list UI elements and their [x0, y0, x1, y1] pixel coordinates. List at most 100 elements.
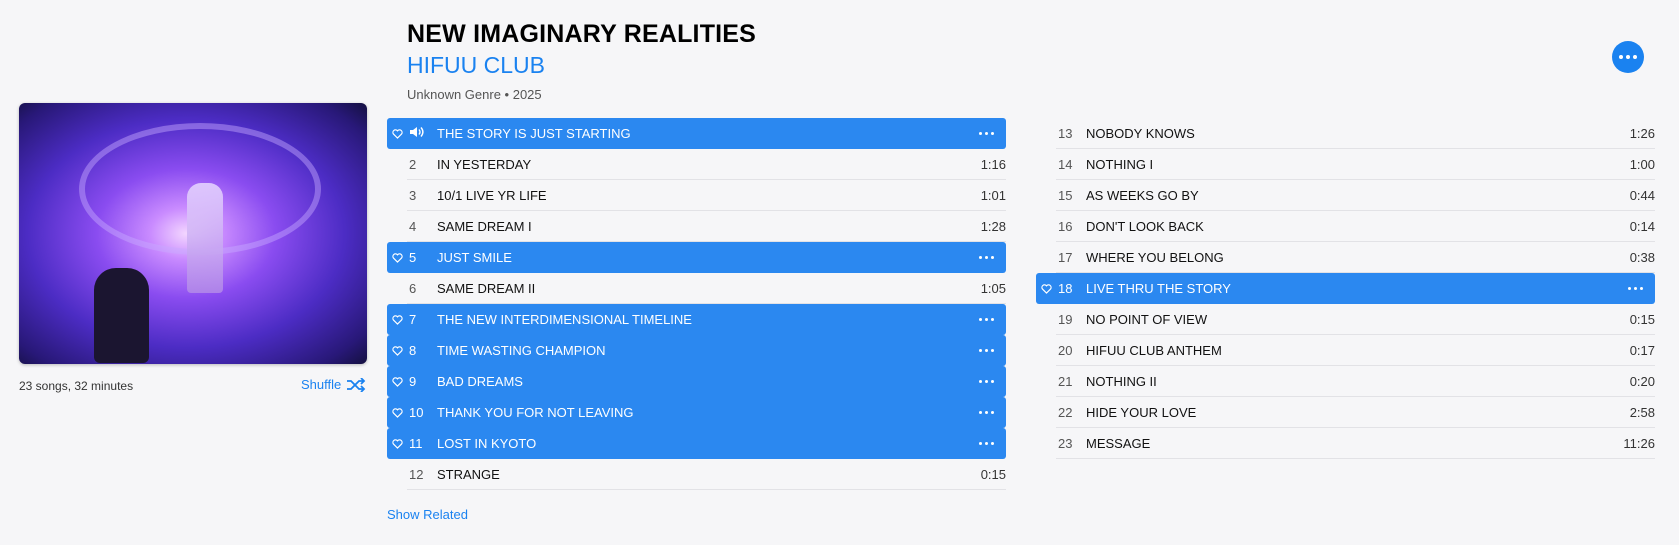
track-title: LOST IN KYOTO	[437, 436, 537, 451]
track-title: LIVE THRU THE STORY	[1086, 281, 1231, 296]
track-title: 10/1 LIVE YR LIFE	[437, 188, 547, 203]
track-duration: 0:15	[1629, 312, 1655, 327]
track-list-left: THE STORY IS JUST STARTING 2 IN YESTERDAY 1…	[387, 118, 1006, 490]
track-more-icon[interactable]	[966, 318, 1006, 321]
album-summary: 23 songs, 32 minutes	[19, 379, 134, 393]
track-row[interactable]: 20 HIFUU CLUB ANTHEM 0:17	[1036, 335, 1655, 366]
track-row[interactable]: 7 THE NEW INTERDIMENSIONAL TIMELINE	[387, 304, 1006, 335]
heart-icon[interactable]	[387, 407, 407, 418]
track-title: JUST SMILE	[437, 250, 512, 265]
track-row[interactable]: 21 NOTHING II 0:20	[1036, 366, 1655, 397]
track-row[interactable]: 4 SAME DREAM I 1:28	[387, 211, 1006, 242]
heart-icon[interactable]	[387, 345, 407, 356]
show-related-link[interactable]: Show Related	[387, 507, 468, 522]
track-title: NO POINT OF VIEW	[1086, 312, 1208, 327]
track-duration: 0:20	[1629, 374, 1655, 389]
heart-icon[interactable]	[387, 128, 407, 139]
track-row[interactable]: 16 DON'T LOOK BACK 0:14	[1036, 211, 1655, 242]
track-duration: 1:01	[980, 188, 1006, 203]
track-title: NOTHING I	[1086, 157, 1154, 172]
track-duration: 2:58	[1629, 405, 1655, 420]
shuffle-icon	[347, 377, 366, 392]
heart-icon[interactable]	[387, 314, 407, 325]
track-title: THANK YOU FOR NOT LEAVING	[437, 405, 634, 420]
track-row[interactable]: 14 NOTHING I 1:00	[1036, 149, 1655, 180]
track-row[interactable]: 18 LIVE THRU THE STORY	[1036, 273, 1655, 304]
track-row[interactable]: 2 IN YESTERDAY 1:16	[387, 149, 1006, 180]
track-title: NOTHING II	[1086, 374, 1157, 389]
track-row[interactable]: 15 AS WEEKS GO BY 0:44	[1036, 180, 1655, 211]
track-row[interactable]: 10 THANK YOU FOR NOT LEAVING	[387, 397, 1006, 428]
track-row[interactable]: THE STORY IS JUST STARTING	[387, 118, 1006, 149]
track-title: THE STORY IS JUST STARTING	[437, 126, 631, 141]
track-row[interactable]: 17 WHERE YOU BELONG 0:38	[1036, 242, 1655, 273]
track-row[interactable]: 19 NO POINT OF VIEW 0:15	[1036, 304, 1655, 335]
heart-icon[interactable]	[387, 438, 407, 449]
track-title: IN YESTERDAY	[437, 157, 532, 172]
track-more-icon[interactable]	[966, 411, 1006, 414]
track-number: 6	[409, 281, 417, 296]
track-number: 13	[1058, 126, 1073, 141]
track-title: MESSAGE	[1086, 436, 1151, 451]
track-number: 17	[1058, 250, 1073, 265]
track-number: 8	[409, 343, 417, 358]
track-duration: 0:15	[980, 467, 1006, 482]
track-number: 16	[1058, 219, 1073, 234]
track-title: NOBODY KNOWS	[1086, 126, 1195, 141]
track-more-icon[interactable]	[966, 349, 1006, 352]
track-row[interactable]: 11 LOST IN KYOTO	[387, 428, 1006, 459]
track-title: HIDE YOUR LOVE	[1086, 405, 1197, 420]
track-title: THE NEW INTERDIMENSIONAL TIMELINE	[437, 312, 692, 327]
track-number: 9	[409, 374, 417, 389]
track-duration: 1:16	[980, 157, 1006, 172]
album-meta: Unknown Genre • 2025	[407, 87, 542, 102]
track-row[interactable]: 8 TIME WASTING CHAMPION	[387, 335, 1006, 366]
track-more-icon[interactable]	[966, 256, 1006, 259]
track-row[interactable]: 12 STRANGE 0:15	[387, 459, 1006, 490]
track-number: 4	[409, 219, 417, 234]
track-more-icon[interactable]	[966, 132, 1006, 135]
heart-icon[interactable]	[1036, 283, 1056, 294]
track-number: 22	[1058, 405, 1073, 420]
track-more-icon[interactable]	[966, 442, 1006, 445]
track-title: STRANGE	[437, 467, 500, 482]
shuffle-button[interactable]: Shuffle	[301, 377, 366, 392]
track-title: HIFUU CLUB ANTHEM	[1086, 343, 1222, 358]
track-duration: 11:26	[1623, 436, 1655, 451]
album-header: NEW IMAGINARY REALITIES HIFUU CLUB Unkno…	[407, 18, 756, 102]
track-number: 5	[409, 250, 417, 265]
track-row[interactable]: 22 HIDE YOUR LOVE 2:58	[1036, 397, 1655, 428]
track-number: 11	[409, 436, 423, 451]
track-title: SAME DREAM I	[437, 219, 532, 234]
track-number: 7	[409, 312, 417, 327]
track-duration: 0:38	[1629, 250, 1655, 265]
shuffle-label: Shuffle	[301, 377, 342, 392]
track-number: 2	[409, 157, 417, 172]
track-row[interactable]: 23 MESSAGE 11:26	[1036, 428, 1655, 459]
heart-icon[interactable]	[387, 252, 407, 263]
track-title: TIME WASTING CHAMPION	[437, 343, 606, 358]
artist-link[interactable]: HIFUU CLUB	[407, 50, 756, 80]
track-duration: 0:17	[1629, 343, 1655, 358]
track-number: 23	[1058, 436, 1073, 451]
track-title: BAD DREAMS	[437, 374, 523, 389]
track-row[interactable]: 6 SAME DREAM II 1:05	[387, 273, 1006, 304]
track-number: 10	[409, 405, 424, 420]
track-duration: 1:26	[1629, 126, 1655, 141]
track-number: 15	[1058, 188, 1073, 203]
track-number: 12	[409, 467, 424, 482]
album-more-button[interactable]	[1612, 41, 1644, 73]
track-row[interactable]: 13 NOBODY KNOWS 1:26	[1036, 118, 1655, 149]
track-title: AS WEEKS GO BY	[1086, 188, 1199, 203]
track-row[interactable]: 3 10/1 LIVE YR LIFE 1:01	[387, 180, 1006, 211]
track-title: DON'T LOOK BACK	[1086, 219, 1204, 234]
speaker-icon	[407, 126, 437, 141]
heart-icon[interactable]	[387, 376, 407, 387]
track-row[interactable]: 9 BAD DREAMS	[387, 366, 1006, 397]
album-artwork	[19, 103, 367, 364]
track-number: 19	[1058, 312, 1073, 327]
track-number: 3	[409, 188, 417, 203]
track-more-icon[interactable]	[966, 380, 1006, 383]
track-row[interactable]: 5 JUST SMILE	[387, 242, 1006, 273]
track-more-icon[interactable]	[1615, 287, 1655, 290]
